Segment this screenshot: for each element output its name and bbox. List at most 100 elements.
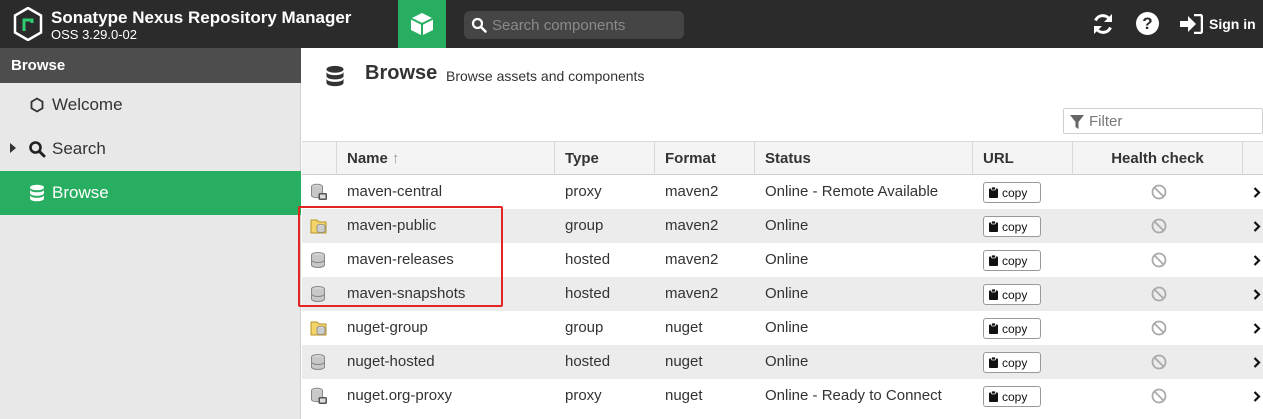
copy-label: copy [1002, 389, 1028, 404]
page-title: Browse [365, 62, 438, 84]
copy-url-button[interactable]: copy [983, 386, 1041, 407]
proxy-repo-icon [302, 379, 337, 413]
cell-status: Online [765, 217, 809, 234]
cell-status: Online [765, 353, 809, 370]
copy-label: copy [1002, 355, 1028, 370]
hexagon-icon [27, 95, 47, 115]
cell-status: Online - Ready to Connect [765, 387, 942, 404]
cell-type: proxy [565, 387, 602, 404]
copy-url-button[interactable]: copy [983, 284, 1041, 305]
sign-in-button[interactable]: Sign in [1179, 12, 1256, 36]
cell-format: nuget [665, 319, 703, 336]
copy-label: copy [1002, 253, 1028, 268]
sidebar-header: Browse [0, 48, 301, 83]
chevron-right-icon[interactable] [1253, 391, 1261, 402]
clipboard-icon [989, 357, 998, 368]
search-components-box [464, 11, 684, 39]
clipboard-icon [989, 187, 998, 198]
hosted-repo-icon [302, 243, 337, 277]
filter-input[interactable] [1089, 112, 1257, 130]
cell-name: nuget-hosted [347, 353, 435, 370]
column-header-url[interactable]: URL [973, 142, 1073, 175]
cell-name: nuget.org-proxy [347, 387, 453, 404]
table-row[interactable]: maven-releases hosted maven2 Online copy [302, 243, 1263, 277]
column-header-status[interactable]: Status [755, 142, 973, 175]
copy-label: copy [1002, 287, 1028, 302]
proxy-repo-icon [302, 175, 337, 209]
table-row[interactable]: nuget.org-proxy proxy nuget Online - Ready … [302, 379, 1263, 413]
copy-url-button[interactable]: copy [983, 250, 1041, 271]
table-row[interactable]: nuget-hosted hosted nuget Online copy [302, 345, 1263, 379]
top-header: Sonatype Nexus Repository Manager OSS 3.… [0, 0, 1263, 48]
cell-format: maven2 [665, 285, 719, 302]
copy-url-button[interactable]: copy [983, 216, 1041, 237]
filter-icon [1070, 115, 1084, 129]
group-repo-icon [302, 311, 337, 345]
column-header-name[interactable]: Name ↑ [337, 142, 555, 175]
group-repo-icon [302, 209, 337, 243]
table-header: Name ↑ Type Format Status URL Health chec… [302, 141, 1263, 175]
help-icon[interactable]: ? [1136, 12, 1159, 35]
copy-label: copy [1002, 185, 1028, 200]
clipboard-icon [989, 221, 998, 232]
sidebar-item-browse[interactable]: Browse [0, 171, 301, 215]
cell-status: Online [765, 285, 809, 302]
table-row[interactable]: maven-public group maven2 Online copy [302, 209, 1263, 243]
cell-status: Online [765, 251, 809, 268]
cell-format: nuget [665, 353, 703, 370]
column-header-type[interactable]: Type [555, 142, 655, 175]
cell-name: maven-central [347, 183, 443, 200]
health-check-disabled-icon[interactable] [1151, 320, 1167, 336]
sidebar: Browse Welcome Search Browse [0, 48, 301, 419]
health-check-disabled-icon[interactable] [1151, 252, 1167, 268]
cell-name: nuget-group [347, 319, 428, 336]
search-icon [27, 139, 47, 159]
refresh-icon[interactable] [1090, 11, 1116, 37]
chevron-right-icon[interactable] [1253, 323, 1261, 334]
sidebar-item-welcome[interactable]: Welcome [0, 83, 301, 127]
search-components-input[interactable] [492, 15, 677, 35]
sidebar-item-label: Welcome [52, 95, 123, 114]
clipboard-icon [989, 323, 998, 334]
clipboard-icon [989, 391, 998, 402]
chevron-right-icon[interactable] [1253, 289, 1261, 300]
chevron-right-icon[interactable] [1253, 221, 1261, 232]
column-header-format[interactable]: Format [655, 142, 755, 175]
nexus-logo-icon [13, 7, 43, 41]
chevron-right-icon[interactable] [1253, 187, 1261, 198]
cell-type: group [565, 217, 604, 234]
search-icon [471, 17, 487, 33]
table-row[interactable]: maven-central proxy maven2 Online - Remote … [302, 175, 1263, 209]
copy-url-button[interactable]: copy [983, 182, 1041, 203]
health-check-disabled-icon[interactable] [1151, 388, 1167, 404]
app-title: Sonatype Nexus Repository Manager [51, 8, 352, 27]
cell-type: hosted [565, 285, 611, 302]
cell-type: proxy [565, 183, 602, 200]
browse-mode-button[interactable] [398, 0, 446, 48]
database-icon [27, 183, 47, 203]
sign-in-icon [1180, 14, 1203, 34]
page-subtitle: Browse assets and components [446, 68, 645, 84]
cell-format: maven2 [665, 183, 719, 200]
expand-caret-icon[interactable] [10, 143, 16, 153]
health-check-disabled-icon[interactable] [1151, 184, 1167, 200]
copy-url-button[interactable]: copy [983, 318, 1041, 339]
column-header-health-check[interactable]: Health check [1073, 142, 1243, 175]
clipboard-icon [989, 289, 998, 300]
sidebar-item-search[interactable]: Search [0, 127, 301, 171]
sign-in-label: Sign in [1209, 16, 1256, 32]
health-check-disabled-icon[interactable] [1151, 286, 1167, 302]
chevron-right-icon[interactable] [1253, 255, 1261, 266]
table-row[interactable]: maven-snapshots hosted maven2 Online copy [302, 277, 1263, 311]
cell-type: hosted [565, 353, 611, 370]
hosted-repo-icon [302, 277, 337, 311]
chevron-right-icon[interactable] [1253, 357, 1261, 368]
health-check-disabled-icon[interactable] [1151, 354, 1167, 370]
copy-url-button[interactable]: copy [983, 352, 1041, 373]
app-version: OSS 3.29.0-02 [51, 27, 137, 42]
cell-type: group [565, 319, 604, 336]
table-row[interactable]: nuget-group group nuget Online copy [302, 311, 1263, 345]
filter-box [1063, 108, 1263, 134]
health-check-disabled-icon[interactable] [1151, 218, 1167, 234]
database-icon [326, 65, 344, 87]
